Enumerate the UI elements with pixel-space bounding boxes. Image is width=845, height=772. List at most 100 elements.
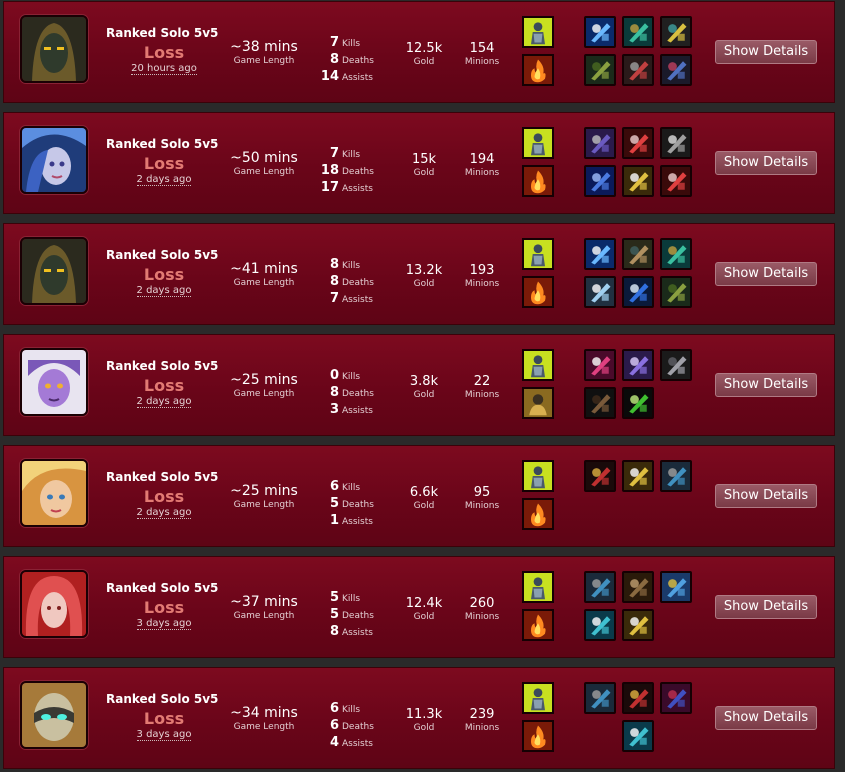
ignite-icon [522, 54, 554, 86]
game-length: ~38 mins [230, 39, 298, 55]
red-sword-icon [660, 165, 692, 197]
red-haired-champion-portrait [22, 572, 86, 636]
ghost-icon [522, 349, 554, 381]
minions-label: Minions [464, 279, 500, 289]
kills-stat: 7 Kills [329, 146, 361, 161]
ghost-icon [522, 16, 554, 48]
minions-label: Minions [464, 390, 500, 400]
ignite-icon [522, 609, 554, 641]
assists-stat: 14 Assists [320, 69, 373, 84]
deaths-stat: 8 Deaths [329, 274, 374, 289]
minions-label: Minions [464, 57, 500, 67]
minions-label: Minions [464, 168, 500, 178]
gold-value: 12.5k [405, 41, 443, 56]
minions-value: 22 [473, 374, 491, 389]
match-time-ago: 20 hours ago [131, 63, 197, 75]
match-result: Loss [143, 487, 185, 506]
silver-chestplate-icon [660, 349, 692, 381]
kills-stat: 6 Kills [329, 701, 361, 716]
game-length-label: Game Length [233, 389, 295, 399]
champion-portrait [20, 459, 88, 527]
gold-value: 15k [411, 152, 437, 167]
blue-wand-icon [660, 571, 692, 603]
game-length-label: Game Length [233, 500, 295, 510]
minions-label: Minions [464, 612, 500, 622]
match-time-ago: 3 days ago [136, 618, 192, 630]
game-length: ~25 mins [230, 483, 298, 499]
queue-type: Ranked Solo 5v5 [106, 470, 219, 484]
champion-portrait [20, 348, 88, 416]
show-details-button[interactable]: Show Details [715, 151, 817, 175]
match-time-ago: 2 days ago [136, 396, 192, 408]
golden-spear-icon [622, 609, 654, 641]
blue-swirl-icon [622, 349, 654, 381]
ignite-icon [522, 498, 554, 530]
game-length-label: Game Length [233, 56, 295, 66]
ignite-icon [522, 720, 554, 752]
blue-hammer-icon [660, 460, 692, 492]
queue-type: Ranked Solo 5v5 [106, 581, 219, 595]
gold-label: Gold [413, 279, 435, 289]
game-length: ~34 mins [230, 705, 298, 721]
champion-portrait [20, 237, 88, 305]
ice-crystal-icon [584, 276, 616, 308]
minions-value: 239 [469, 707, 495, 722]
golden-spear-icon [622, 460, 654, 492]
blue-haired-champion-portrait [22, 128, 86, 192]
champion-portrait [20, 681, 88, 749]
blue-dagger-icon [622, 276, 654, 308]
match-row: Ranked Solo 5v5 Loss 2 days ago ~50 mins Gam… [3, 112, 835, 214]
blue-shield-icon [584, 165, 616, 197]
gold-value: 13.2k [405, 263, 443, 278]
ghost-icon [522, 460, 554, 492]
assists-stat: 4 Assists [329, 735, 373, 750]
golden-spear-icon [622, 165, 654, 197]
game-length: ~41 mins [230, 261, 298, 277]
ghost-icon [522, 238, 554, 270]
ignite-icon [522, 276, 554, 308]
match-result: Loss [143, 709, 185, 728]
blonde-champion-portrait [22, 461, 86, 525]
wizard-hat-icon [660, 682, 692, 714]
gold-value: 6.6k [409, 485, 439, 500]
crossed-blades-icon [584, 127, 616, 159]
assists-stat: 8 Assists [329, 624, 373, 639]
gold-label: Gold [413, 723, 435, 733]
minions-value: 260 [469, 596, 495, 611]
exhaust-icon [522, 387, 554, 419]
show-details-button[interactable]: Show Details [715, 484, 817, 508]
match-row: Ranked Solo 5v5 Loss 3 days ago ~34 mins Gam… [3, 667, 835, 769]
assists-stat: 3 Assists [329, 402, 373, 417]
show-details-button[interactable]: Show Details [715, 706, 817, 730]
blue-hammer-icon [584, 682, 616, 714]
purple-champion-portrait [22, 350, 86, 414]
blue-blade-icon [584, 16, 616, 48]
minions-label: Minions [464, 501, 500, 511]
match-result: Loss [143, 43, 185, 62]
gold-value: 3.8k [409, 374, 439, 389]
gold-value: 12.4k [405, 596, 443, 611]
match-result: Loss [143, 154, 185, 173]
deaths-stat: 6 Deaths [329, 718, 374, 733]
game-length-label: Game Length [233, 167, 295, 177]
game-length: ~37 mins [230, 594, 298, 610]
green-potion-icon [622, 387, 654, 419]
show-details-button[interactable]: Show Details [715, 595, 817, 619]
match-time-ago: 3 days ago [136, 729, 192, 741]
red-ring-icon [622, 682, 654, 714]
deaths-stat: 18 Deaths [320, 163, 374, 178]
match-result: Loss [143, 598, 185, 617]
cyan-mask-icon [622, 720, 654, 752]
show-details-button[interactable]: Show Details [715, 262, 817, 286]
game-length-label: Game Length [233, 611, 295, 621]
masked-champion-portrait [22, 683, 86, 747]
pink-eye-icon [584, 349, 616, 381]
minions-value: 194 [469, 152, 495, 167]
show-details-button[interactable]: Show Details [715, 373, 817, 397]
deaths-stat: 5 Deaths [329, 607, 374, 622]
match-result: Loss [143, 376, 185, 395]
minions-value: 193 [469, 263, 495, 278]
show-details-button[interactable]: Show Details [715, 40, 817, 64]
match-time-ago: 2 days ago [136, 507, 192, 519]
game-length: ~50 mins [230, 150, 298, 166]
